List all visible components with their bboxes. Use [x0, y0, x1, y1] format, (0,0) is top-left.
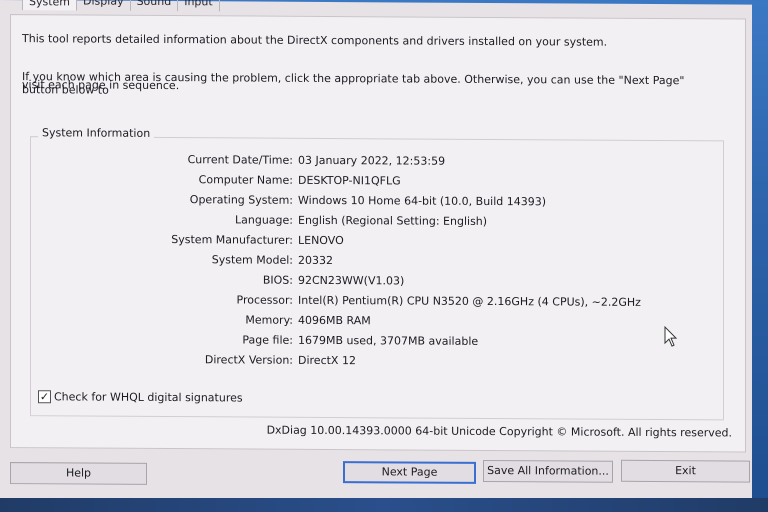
info-row-page-file: Page file: 1679MB used, 3707MB available: [150, 333, 710, 354]
exit-button[interactable]: Exit: [621, 459, 750, 483]
info-value: Intel(R) Pentium(R) CPU N3520 @ 2.16GHz …: [298, 293, 641, 309]
whql-checkbox[interactable]: ✓: [38, 390, 51, 404]
info-row-system-manufacturer: System Manufacturer: LENOVO: [150, 233, 710, 254]
info-row-date-time: Current Date/Time: 03 January 2022, 12:5…: [150, 153, 710, 174]
info-row-language: Language: English (Regional Setting: Eng…: [150, 213, 710, 234]
tab-bar: System Display Sound Input: [22, 0, 220, 12]
info-value: 4096MB RAM: [298, 313, 371, 328]
info-value: 20332: [298, 253, 333, 268]
info-label: DirectX Version:: [204, 353, 293, 367]
info-label: Computer Name:: [198, 173, 293, 187]
info-label: BIOS:: [262, 273, 293, 287]
info-label: Language:: [235, 213, 293, 227]
info-label: Page file:: [242, 333, 293, 347]
info-label: Memory:: [245, 313, 293, 327]
tab-display[interactable]: Display: [77, 0, 131, 11]
dxdiag-window: System Display Sound Input This tool rep…: [0, 0, 752, 503]
info-label: System Manufacturer:: [171, 233, 293, 247]
info-row-system-model: System Model: 20332: [150, 253, 710, 274]
info-value: English (Regional Setting: English): [298, 213, 488, 228]
info-value: DirectX 12: [298, 353, 356, 368]
tab-input[interactable]: Input: [178, 0, 220, 12]
info-label: Operating System:: [189, 193, 293, 207]
taskbar: [0, 498, 768, 512]
next-page-button[interactable]: Next Page: [343, 461, 476, 484]
system-information-title: System Information: [38, 126, 155, 140]
info-value: Windows 10 Home 64-bit (10.0, Build 1439…: [298, 193, 547, 209]
info-row-processor: Processor: Intel(R) Pentium(R) CPU N3520…: [150, 293, 710, 314]
help-button[interactable]: Help: [10, 462, 147, 485]
save-all-information-button[interactable]: Save All Information...: [483, 459, 613, 483]
info-value: LENOVO: [298, 233, 344, 248]
tab-sound[interactable]: Sound: [130, 0, 179, 12]
info-row-directx-version: DirectX Version: DirectX 12: [150, 353, 710, 374]
info-row-operating-system: Operating System: Windows 10 Home 64-bit…: [150, 193, 710, 214]
info-row-memory: Memory: 4096MB RAM: [150, 313, 710, 334]
info-label: Processor:: [236, 293, 294, 307]
info-value: 03 January 2022, 12:53:59: [298, 153, 446, 168]
info-value: 92CN23WW(V1.03): [298, 273, 405, 288]
whql-checkbox-row[interactable]: ✓ Check for WHQL digital signatures: [38, 390, 243, 404]
info-value: DESKTOP-NI1QFLG: [298, 173, 401, 188]
info-label: Current Date/Time:: [187, 153, 293, 167]
info-row-computer-name: Computer Name: DESKTOP-NI1QFLG: [150, 173, 710, 194]
info-row-bios: BIOS: 92CN23WW(V1.03): [150, 273, 710, 294]
info-label: System Model:: [211, 253, 293, 267]
tab-system[interactable]: System: [22, 0, 78, 11]
mouse-pointer-icon: [664, 326, 678, 347]
whql-checkbox-label: Check for WHQL digital signatures: [54, 390, 243, 405]
info-value: 1679MB used, 3707MB available: [298, 333, 479, 348]
